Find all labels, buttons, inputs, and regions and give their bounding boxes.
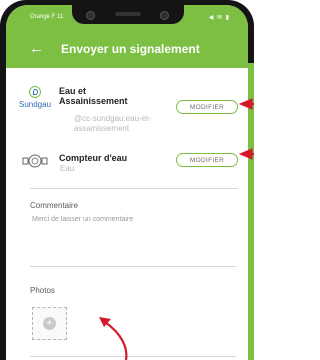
page-title: Envoyer un signalement — [61, 42, 200, 56]
phone-screen: Orange F 11: ◀ ✉ ▮ ← Envoyer un signalem… — [6, 5, 248, 360]
divider — [30, 188, 238, 189]
modify-meter-button[interactable]: MODIFIER — [176, 153, 238, 167]
comment-input[interactable]: Merci de laisser un commentaire — [32, 216, 133, 223]
add-photo-button[interactable]: + — [32, 307, 67, 340]
meter-subtitle: Eau — [60, 164, 75, 173]
camera-icon — [86, 11, 95, 20]
water-meter-icon — [22, 154, 48, 168]
plus-circle-icon: + — [43, 317, 56, 330]
report-form: Sundgau Eau et Assainissement @cc-sundga… — [6, 68, 248, 360]
sundgau-logo-text: Sundgau — [18, 100, 52, 109]
service-name: Eau et Assainissement — [59, 86, 128, 106]
carrier-label: Orange F 11: — [30, 14, 65, 20]
photos-divider — [30, 356, 236, 357]
app-bar: ← Envoyer un signalement — [6, 31, 248, 68]
photos-label: Photos — [30, 286, 55, 295]
sundgau-logo-mark — [29, 86, 41, 98]
comment-label: Commentaire — [30, 201, 79, 210]
sensor-icon — [160, 11, 169, 20]
comment-underline — [30, 266, 236, 267]
phone-notch — [72, 5, 184, 24]
frame-edge — [248, 63, 254, 360]
arrow-left-icon[interactable]: ← — [29, 40, 44, 58]
status-icons: ◀ ✉ ▮ — [208, 15, 230, 21]
status-bar: Orange F 11: ◀ ✉ ▮ — [6, 5, 248, 31]
speaker-icon — [115, 12, 141, 16]
meter-name: Compteur d'eau — [59, 153, 128, 163]
sundgau-logo: Sundgau — [18, 86, 52, 114]
service-subtitle: @cc-sundgau:eau-et-assainissement — [74, 114, 152, 133]
modify-service-button[interactable]: MODIFIER — [176, 100, 238, 114]
